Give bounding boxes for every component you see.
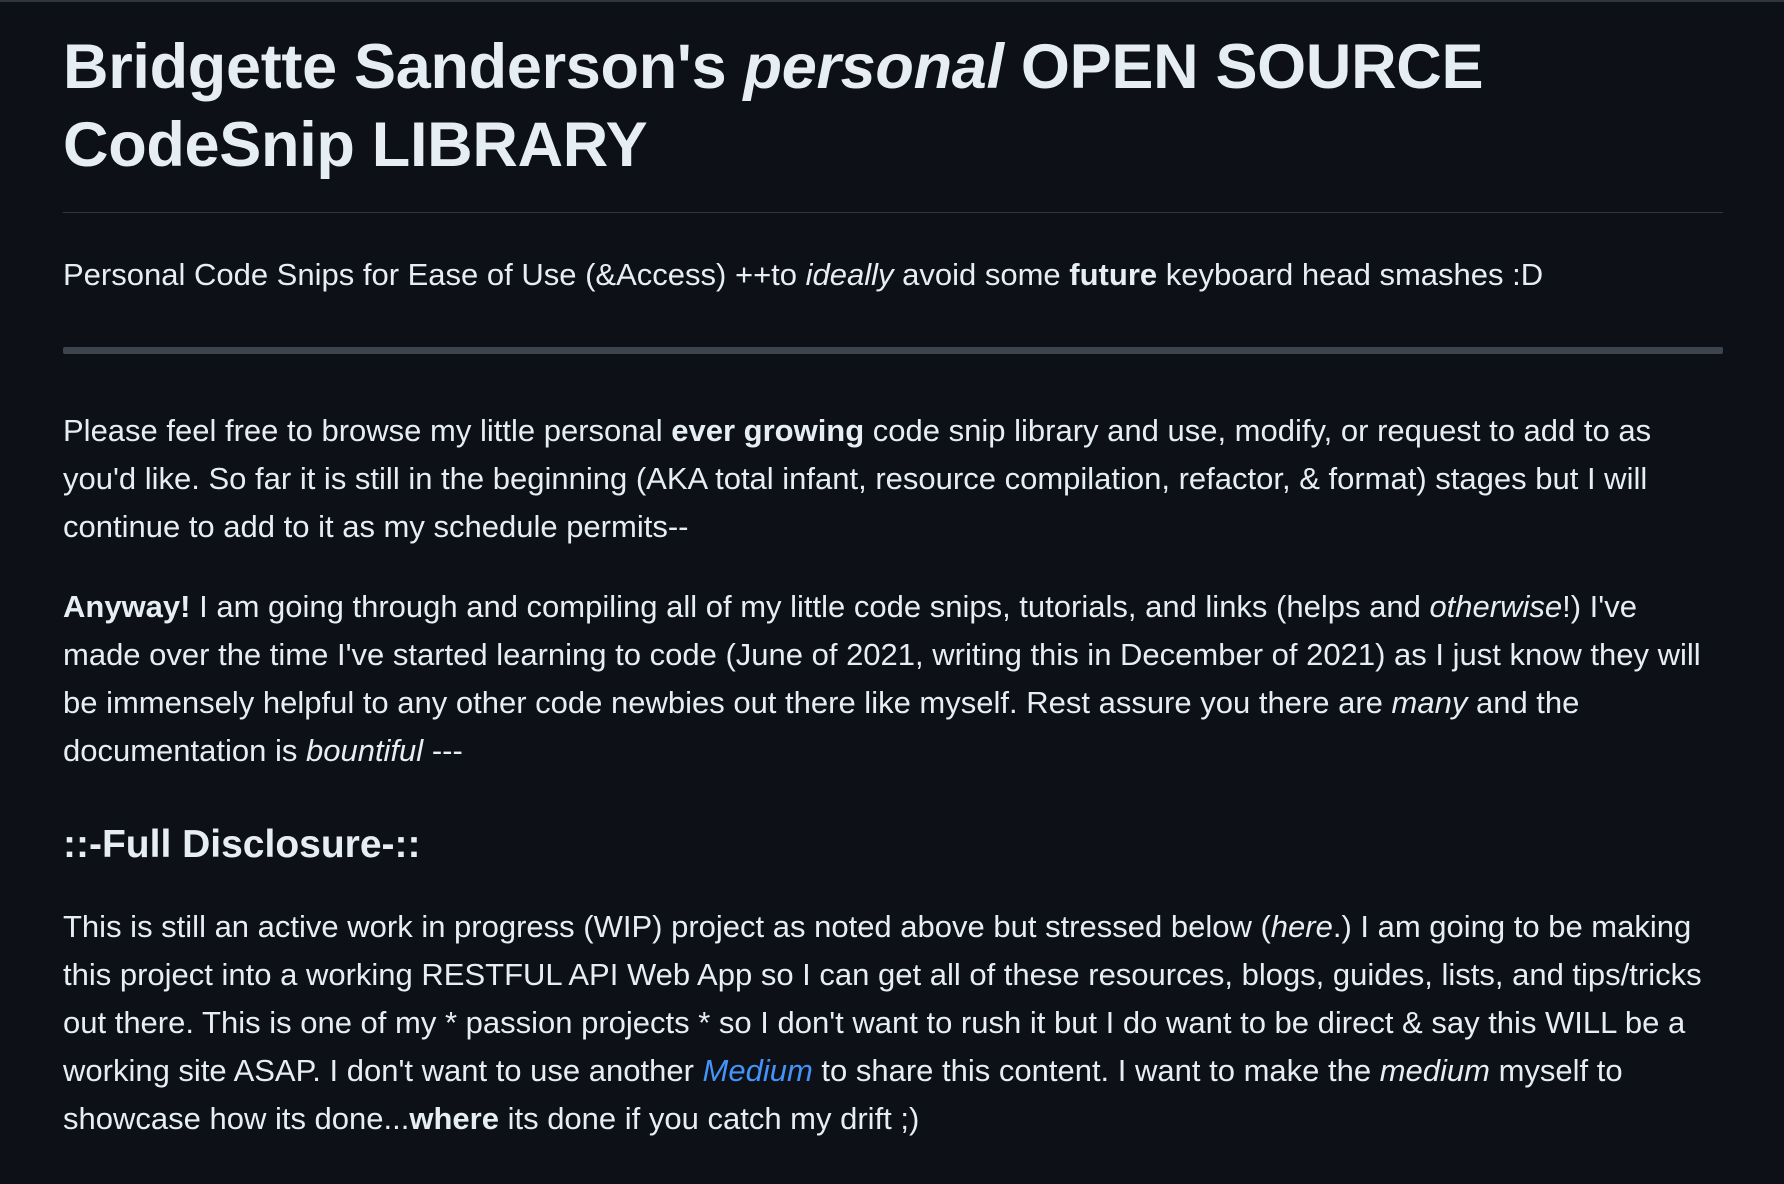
anyway-text-4: --- — [423, 733, 463, 768]
intro-strong: ever growing — [671, 413, 865, 448]
disclosure-text-3: to share this content. I want to make th… — [812, 1053, 1380, 1088]
tagline-strong: future — [1069, 257, 1158, 292]
anyway-emphasis-2: many — [1391, 685, 1468, 720]
page-title: Bridgette Sanderson's personal OPEN SOUR… — [63, 28, 1723, 184]
intro-paragraph: Please feel free to browse my little per… — [63, 407, 1723, 551]
disclosure-text-5: its done if you catch my drift ;) — [498, 1101, 920, 1136]
disclosure-strong: where — [409, 1101, 499, 1136]
disclosure-paragraph: This is still an active work in progress… — [63, 903, 1723, 1143]
anyway-emphasis-1: otherwise — [1429, 589, 1563, 624]
title-emphasis: personal — [743, 32, 1004, 102]
anyway-emphasis-3: bountiful — [305, 733, 424, 768]
title-text-1: Bridgette Sanderson's — [63, 32, 744, 102]
disclosure-emphasis-1: here — [1270, 909, 1333, 944]
tagline-text-2: avoid some — [893, 257, 1070, 292]
tagline-text-1: Personal Code Snips for Ease of Use (&Ac… — [63, 257, 806, 292]
tagline: Personal Code Snips for Ease of Use (&Ac… — [63, 253, 1723, 297]
anyway-paragraph: Anyway! I am going through and compiling… — [63, 583, 1723, 775]
tagline-text-3: keyboard head smashes :D — [1157, 257, 1544, 292]
title-divider — [63, 212, 1723, 213]
window-top-edge — [0, 0, 1784, 2]
section-divider — [63, 347, 1723, 354]
disclosure-text-1: This is still an active work in progress… — [63, 909, 1271, 944]
medium-link[interactable]: Medium — [703, 1053, 813, 1088]
disclosure-heading: ::-Full Disclosure-:: — [63, 823, 421, 866]
anyway-text-1: I am going through and compiling all of … — [190, 589, 1430, 624]
readme-article: Bridgette Sanderson's personal OPEN SOUR… — [63, 28, 1723, 1143]
tagline-emphasis: ideally — [805, 257, 894, 292]
anyway-strong: Anyway! — [63, 589, 191, 624]
disclosure-emphasis-2: medium — [1379, 1053, 1490, 1088]
intro-text-1: Please feel free to browse my little per… — [63, 413, 672, 448]
